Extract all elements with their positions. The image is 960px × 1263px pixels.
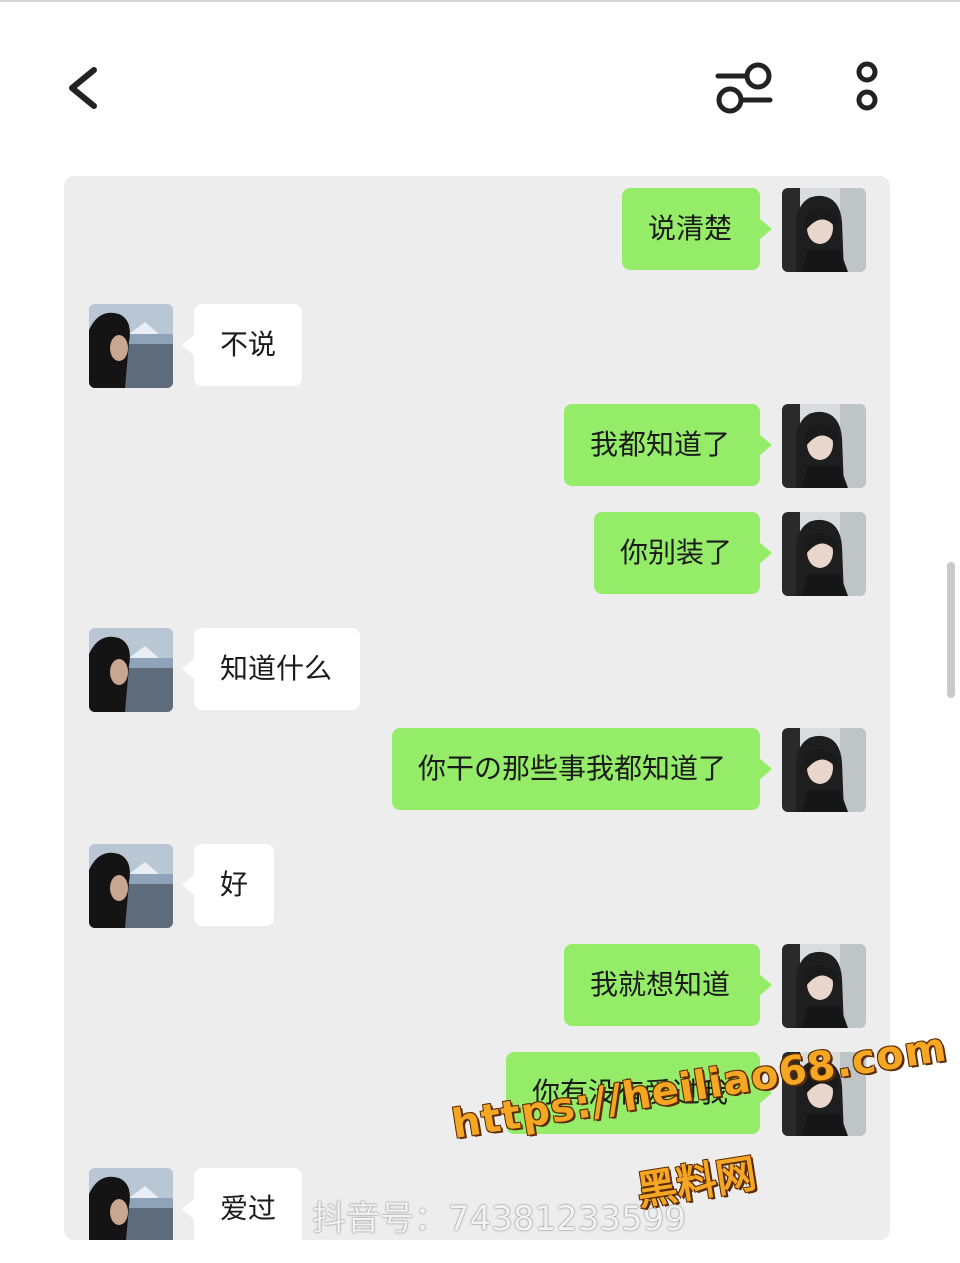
incoming-message-row: 好 xyxy=(64,836,890,928)
outgoing-message-row: 我就想知道 xyxy=(64,944,890,1030)
chevron-left-icon xyxy=(69,67,97,109)
back-button[interactable] xyxy=(60,58,116,118)
outgoing-message-bubble[interactable]: 你干の那些事我都知道了 xyxy=(392,728,772,810)
incoming-message-bubble[interactable]: 好 xyxy=(182,844,274,926)
incoming-message-bubble[interactable]: 不说 xyxy=(182,304,302,386)
douyin-watermark: 抖音号：74381233599 xyxy=(270,1196,686,1242)
incoming-message-row: 知道什么 xyxy=(64,620,890,712)
contact-avatar[interactable] xyxy=(89,304,173,388)
more-options-button[interactable] xyxy=(842,56,892,120)
my-avatar[interactable] xyxy=(782,944,866,1028)
outgoing-message-bubble[interactable]: 我就想知道 xyxy=(564,944,772,1026)
incoming-message-row: 不说 xyxy=(64,296,890,388)
scrollbar[interactable] xyxy=(947,562,955,698)
my-avatar[interactable] xyxy=(782,404,866,488)
outgoing-message-bubble[interactable]: 说清楚 xyxy=(622,188,772,270)
douyin-id-text: 抖音号：74381233599 xyxy=(312,1199,686,1239)
my-avatar[interactable] xyxy=(782,512,866,596)
outgoing-message-row: 我都知道了 xyxy=(64,404,890,490)
outgoing-message-bubble[interactable]: 你别装了 xyxy=(594,512,772,594)
filter-button[interactable] xyxy=(708,56,780,120)
contact-avatar[interactable] xyxy=(89,1168,173,1240)
contact-avatar[interactable] xyxy=(89,844,173,928)
chat-header xyxy=(0,0,960,170)
more-vertical-icon xyxy=(856,61,878,111)
contact-avatar[interactable] xyxy=(89,628,173,712)
outgoing-message-row: 你干の那些事我都知道了 xyxy=(64,728,890,814)
tiktok-logo-icon xyxy=(272,1204,297,1234)
sliders-icon xyxy=(715,62,773,114)
outgoing-message-bubble[interactable]: 我都知道了 xyxy=(564,404,772,486)
outgoing-message-row: 说清楚 xyxy=(64,188,890,274)
incoming-message-bubble[interactable]: 知道什么 xyxy=(182,628,360,710)
outgoing-message-row: 你别装了 xyxy=(64,512,890,598)
my-avatar[interactable] xyxy=(782,188,866,272)
my-avatar[interactable] xyxy=(782,728,866,812)
